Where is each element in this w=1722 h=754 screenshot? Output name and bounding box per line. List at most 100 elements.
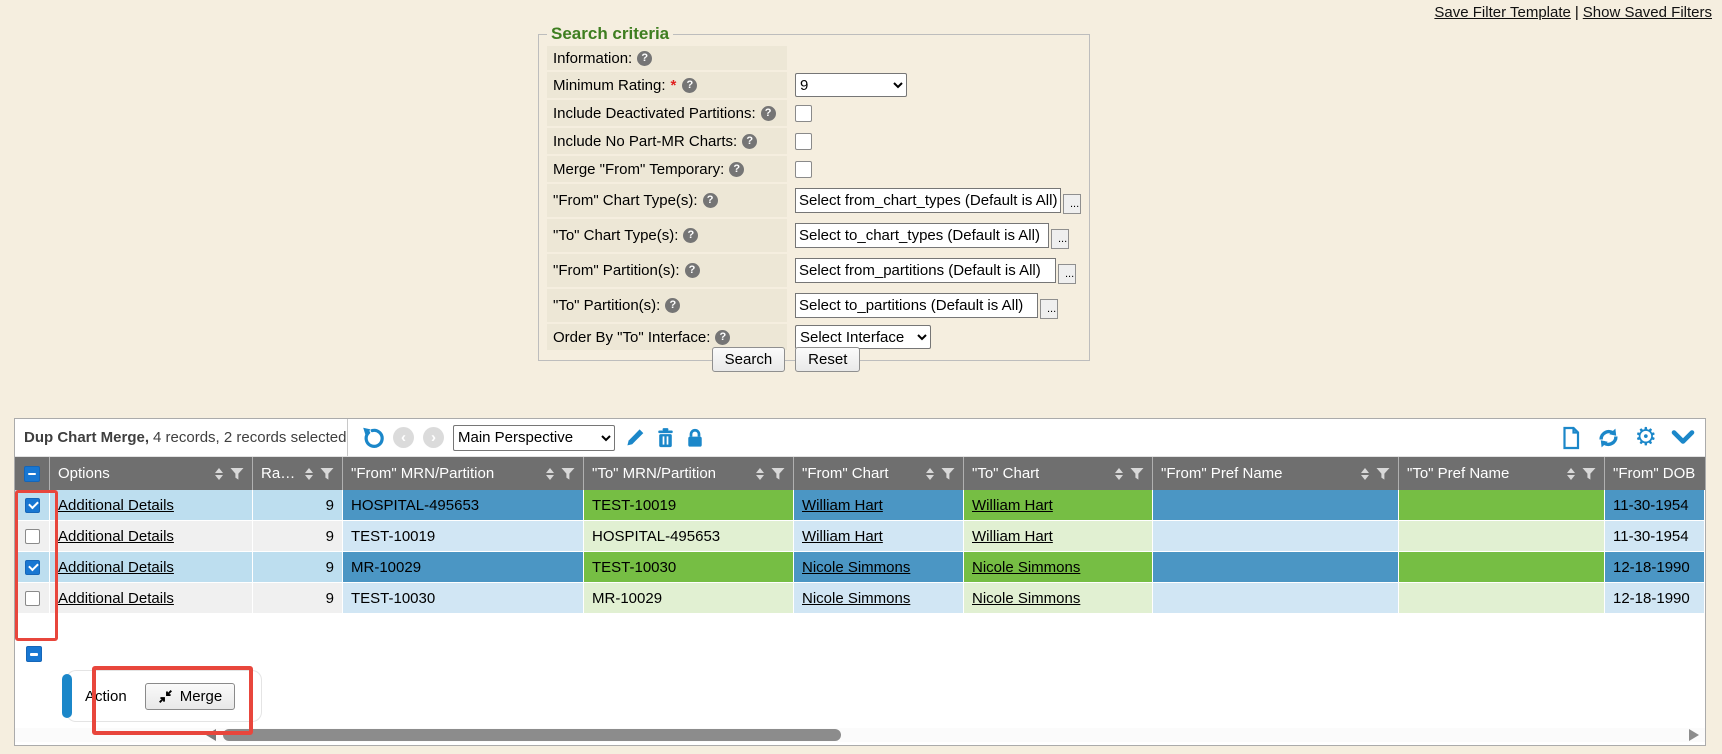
help-icon[interactable]: ?	[683, 228, 698, 243]
collapse-chevron-down-icon[interactable]	[1671, 429, 1695, 447]
filter-funnel-icon[interactable]	[771, 468, 785, 480]
filter-funnel-icon[interactable]	[1130, 468, 1144, 480]
minimum-rating-select[interactable]: 9	[795, 73, 907, 97]
row-checkbox[interactable]	[25, 591, 40, 606]
sort-icon[interactable]	[215, 468, 223, 480]
to-chart-link[interactable]: Nicole Simmons	[972, 590, 1080, 607]
header-rating[interactable]: Rating	[253, 457, 343, 490]
filter-funnel-icon[interactable]	[1376, 468, 1390, 480]
search-button[interactable]: Search	[712, 347, 786, 372]
next-page-icon[interactable]: ›	[423, 427, 444, 448]
to-chart-types-picker-button[interactable]: ...	[1051, 229, 1069, 249]
to-chart-link[interactable]: William Hart	[972, 497, 1053, 514]
include-deactivated-checkbox[interactable]	[795, 105, 812, 122]
scrollbar-thumb[interactable]	[223, 729, 841, 741]
sort-icon[interactable]	[1567, 468, 1575, 480]
header-options[interactable]: Options	[50, 457, 253, 490]
filter-funnel-icon[interactable]	[941, 468, 955, 480]
filter-funnel-icon[interactable]	[230, 468, 244, 480]
table-row[interactable]: Additional Details 9 TEST-10030 MR-10029…	[15, 583, 1705, 614]
from-dob-cell: 12-18-1990	[1605, 583, 1705, 614]
refresh-icon[interactable]	[1596, 426, 1621, 450]
merge-from-temporary-label: Merge "From" Temporary: ?	[547, 156, 787, 182]
filter-funnel-icon[interactable]	[1582, 468, 1596, 480]
new-document-icon[interactable]	[1560, 426, 1582, 450]
table-header-row: Options Rating "From" MRN/Partition "To"…	[15, 457, 1705, 490]
table-row[interactable]: Additional Details 9 TEST-10019 HOSPITAL…	[15, 521, 1705, 552]
to-partitions-input[interactable]	[795, 293, 1038, 318]
rating-cell: 9	[253, 583, 343, 614]
to-chart-link[interactable]: William Hart	[972, 528, 1053, 545]
from-partitions-input[interactable]	[795, 258, 1056, 283]
from-chart-types-input[interactable]	[795, 188, 1061, 213]
header-from-mrn[interactable]: "From" MRN/Partition	[343, 457, 584, 490]
settings-gear-icon[interactable]: ⚙	[1635, 425, 1657, 450]
merge-from-temporary-checkbox[interactable]	[795, 161, 812, 178]
table-row[interactable]: Additional Details 9 HOSPITAL-495653 TES…	[15, 490, 1705, 521]
to-partitions-picker-button[interactable]: ...	[1040, 299, 1058, 319]
delete-trash-icon[interactable]	[655, 427, 676, 449]
help-icon[interactable]: ?	[637, 51, 652, 66]
from-dob-cell: 12-18-1990	[1605, 552, 1705, 583]
select-all-checkbox[interactable]	[24, 466, 40, 482]
collapse-selection-toggle[interactable]	[26, 646, 42, 662]
header-to-chart[interactable]: "To" Chart	[964, 457, 1153, 490]
additional-details-link[interactable]: Additional Details	[58, 559, 174, 576]
help-icon[interactable]: ?	[742, 134, 757, 149]
scroll-left-arrow[interactable]	[206, 729, 216, 741]
help-icon[interactable]: ?	[682, 78, 697, 93]
sort-icon[interactable]	[926, 468, 934, 480]
help-icon[interactable]: ?	[729, 162, 744, 177]
help-icon[interactable]: ?	[703, 193, 718, 208]
additional-details-link[interactable]: Additional Details	[58, 528, 174, 545]
merge-button-label: Merge	[180, 688, 223, 705]
sort-icon[interactable]	[756, 468, 764, 480]
previous-page-icon[interactable]: ‹	[393, 427, 414, 448]
save-filter-template-link[interactable]: Save Filter Template	[1434, 4, 1570, 21]
sort-icon[interactable]	[1361, 468, 1369, 480]
row-checkbox[interactable]	[25, 529, 40, 544]
from-partitions-picker-button[interactable]: ...	[1058, 264, 1076, 284]
header-from-dob[interactable]: "From" DOB	[1605, 457, 1705, 490]
sort-icon[interactable]	[1115, 468, 1123, 480]
sort-icon[interactable]	[305, 468, 313, 480]
filter-funnel-icon[interactable]	[320, 468, 334, 480]
reset-button[interactable]: Reset	[795, 347, 860, 372]
information-label: Information: ?	[547, 46, 787, 70]
help-icon[interactable]: ?	[715, 330, 730, 345]
lock-icon[interactable]	[685, 427, 705, 449]
include-no-part-mr-checkbox[interactable]	[795, 133, 812, 150]
from-chart-link[interactable]: Nicole Simmons	[802, 590, 910, 607]
merge-button[interactable]: Merge	[145, 683, 236, 710]
help-icon[interactable]: ?	[761, 106, 776, 121]
data-grid-panel: Dup Chart Merge, 4 records, 2 records se…	[14, 418, 1706, 746]
order-by-interface-select[interactable]: Select Interface	[795, 325, 931, 349]
edit-pencil-icon[interactable]	[624, 427, 646, 449]
table-row[interactable]: Additional Details 9 MR-10029 TEST-10030…	[15, 552, 1705, 583]
help-icon[interactable]: ?	[685, 263, 700, 278]
from-chart-link[interactable]: William Hart	[802, 497, 883, 514]
additional-details-link[interactable]: Additional Details	[58, 590, 174, 607]
header-select-all-cell	[15, 457, 50, 490]
additional-details-link[interactable]: Additional Details	[58, 497, 174, 514]
header-from-pref-name[interactable]: "From" Pref Name	[1153, 457, 1399, 490]
show-saved-filters-link[interactable]: Show Saved Filters	[1583, 4, 1712, 21]
grid-toolbar: Dup Chart Merge, 4 records, 2 records se…	[15, 419, 1705, 457]
perspective-select[interactable]: Main Perspective	[453, 425, 615, 451]
header-to-mrn[interactable]: "To" MRN/Partition	[584, 457, 794, 490]
row-checkbox[interactable]	[25, 560, 40, 575]
from-chart-types-picker-button[interactable]: ...	[1063, 194, 1081, 214]
undo-icon[interactable]	[360, 426, 384, 450]
to-chart-types-input[interactable]	[795, 223, 1049, 248]
scroll-right-arrow[interactable]	[1689, 729, 1699, 741]
filter-funnel-icon[interactable]	[561, 468, 575, 480]
include-no-part-mr-label: Include No Part-MR Charts: ?	[547, 128, 787, 154]
from-chart-link[interactable]: William Hart	[802, 528, 883, 545]
help-icon[interactable]: ?	[665, 298, 680, 313]
row-checkbox[interactable]	[25, 498, 40, 513]
header-from-chart[interactable]: "From" Chart	[794, 457, 964, 490]
header-to-pref-name[interactable]: "To" Pref Name	[1399, 457, 1605, 490]
from-chart-link[interactable]: Nicole Simmons	[802, 559, 910, 576]
sort-icon[interactable]	[546, 468, 554, 480]
to-chart-link[interactable]: Nicole Simmons	[972, 559, 1080, 576]
